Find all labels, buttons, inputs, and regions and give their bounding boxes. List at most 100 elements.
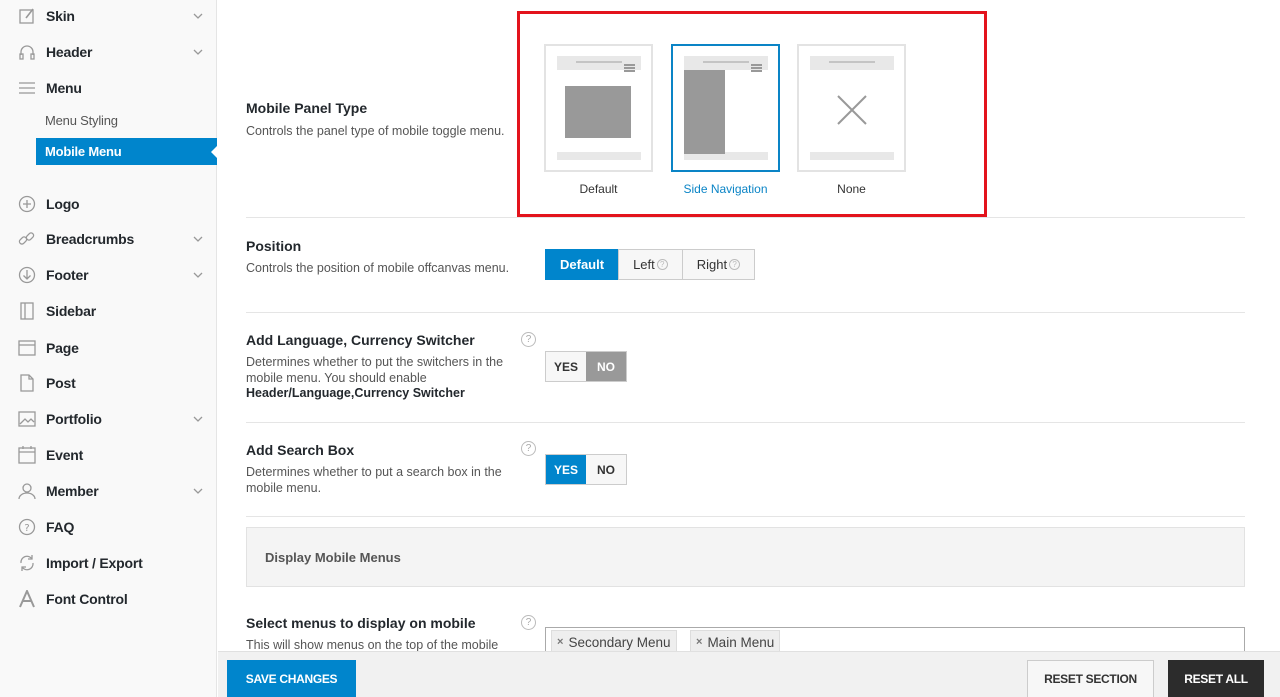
sidebar-item-label: Post bbox=[46, 375, 76, 391]
sidebar-item-label: Portfolio bbox=[46, 411, 102, 427]
hamburger-icon bbox=[751, 64, 762, 72]
headphones-icon bbox=[17, 42, 37, 62]
remove-icon[interactable]: × bbox=[557, 636, 563, 648]
sidebar-item-label: Event bbox=[46, 447, 84, 463]
link-icon bbox=[17, 229, 37, 249]
panel-type-none[interactable] bbox=[797, 44, 906, 172]
search-box-toggle: YES NO bbox=[545, 454, 627, 485]
page-icon bbox=[17, 338, 37, 358]
help-icon[interactable]: ? bbox=[521, 441, 536, 456]
sidebar-item-header[interactable]: Header bbox=[0, 37, 217, 67]
sidebar-item-label: Breadcrumbs bbox=[46, 231, 135, 247]
sidebar-item-label: FAQ bbox=[46, 519, 75, 535]
chevron-down-icon bbox=[193, 13, 203, 19]
calendar-icon bbox=[17, 445, 37, 465]
sidebar-item-sidebar[interactable]: Sidebar bbox=[0, 296, 217, 326]
position-default-button[interactable]: Default bbox=[545, 249, 620, 280]
no-button[interactable]: NO bbox=[586, 352, 626, 381]
svg-text:?: ? bbox=[24, 523, 29, 534]
description-text: Determines whether to put the switchers … bbox=[246, 355, 504, 385]
sidebar-item-post[interactable]: Post bbox=[0, 368, 217, 398]
help-icon[interactable]: ? bbox=[521, 615, 536, 630]
sidebar-item-page[interactable]: Page bbox=[0, 333, 217, 363]
sidebar-item-logo[interactable]: Logo bbox=[0, 189, 217, 219]
option-description: Controls the panel type of mobile toggle… bbox=[246, 124, 505, 138]
menus-select[interactable]: × Secondary Menu × Main Menu bbox=[545, 627, 1245, 651]
sidebar-item-breadcrumbs[interactable]: Breadcrumbs bbox=[0, 224, 217, 254]
sidebar-item-label: Menu bbox=[46, 80, 82, 96]
remove-icon[interactable]: × bbox=[696, 636, 702, 648]
option-row-panel-type: Mobile Panel Type Controls the panel typ… bbox=[246, 0, 1245, 218]
sidebar-item-label: Skin bbox=[46, 8, 75, 24]
panel-type-label: Default bbox=[579, 182, 618, 196]
plus-circle-icon bbox=[17, 194, 37, 214]
sidebar-item-import-export[interactable]: Import / Export bbox=[0, 548, 217, 578]
chip-label: Main Menu bbox=[707, 634, 775, 650]
sidebar-icon bbox=[17, 301, 37, 321]
description-bold: Header/Language,Currency Switcher bbox=[246, 386, 465, 400]
chevron-down-icon bbox=[193, 488, 203, 494]
sidebar: Skin Header Menu Menu Styling Mobile Men… bbox=[0, 0, 217, 697]
reset-all-button[interactable]: RESET ALL bbox=[1168, 660, 1264, 697]
sidebar-item-faq[interactable]: ? FAQ bbox=[0, 512, 217, 542]
chevron-down-icon bbox=[193, 236, 203, 242]
sidebar-item-label: Font Control bbox=[46, 591, 128, 607]
chip-label: Secondary Menu bbox=[568, 634, 671, 650]
position-right-button[interactable]: Right? bbox=[681, 249, 756, 280]
position-left-button[interactable]: Left? bbox=[618, 249, 683, 280]
menu-icon bbox=[17, 78, 37, 98]
refresh-icon bbox=[17, 553, 37, 573]
help-icon[interactable]: ? bbox=[521, 332, 536, 347]
panel-type-label: None bbox=[837, 182, 866, 196]
sidebar-subitem-menu-styling[interactable]: Menu Styling bbox=[36, 107, 217, 134]
no-button[interactable]: NO bbox=[586, 455, 626, 484]
sidebar-item-event[interactable]: Event bbox=[0, 440, 217, 470]
phone-preview bbox=[810, 56, 894, 160]
post-icon bbox=[17, 373, 37, 393]
option-description: Determines whether to put the switchers … bbox=[246, 355, 536, 402]
button-label: Default bbox=[560, 257, 605, 272]
panel-type-label: Side Navigation bbox=[683, 182, 768, 196]
panel-type-default[interactable] bbox=[544, 44, 653, 172]
paintbrush-icon bbox=[17, 6, 37, 26]
option-row-search-box: Add Search Box ? Determines whether to p… bbox=[246, 423, 1245, 517]
phone-preview bbox=[557, 56, 641, 160]
option-row-lang-switcher: Add Language, Currency Switcher ? Determ… bbox=[246, 313, 1245, 423]
option-title: Select menus to display on mobile bbox=[246, 615, 476, 631]
sidebar-item-label: Member bbox=[46, 483, 99, 499]
position-button-set: Default Left? Right? bbox=[545, 249, 756, 280]
lang-switcher-toggle: YES NO bbox=[545, 351, 627, 382]
sidebar-item-label: Sidebar bbox=[46, 303, 96, 319]
help-icon: ? bbox=[729, 259, 741, 270]
phone-preview bbox=[684, 56, 768, 160]
font-icon bbox=[17, 589, 37, 609]
chevron-down-icon bbox=[193, 416, 203, 422]
option-description: This will show menus on the top of the m… bbox=[246, 638, 499, 651]
option-title: Add Language, Currency Switcher bbox=[246, 332, 475, 348]
selected-menu-chip[interactable]: × Main Menu bbox=[690, 630, 781, 651]
sidebar-item-portfolio[interactable]: Portfolio bbox=[0, 404, 217, 434]
selected-menu-chip[interactable]: × Secondary Menu bbox=[551, 630, 677, 651]
save-changes-button[interactable]: SAVE CHANGES bbox=[227, 660, 356, 697]
sidebar-subitem-mobile-menu[interactable]: Mobile Menu bbox=[36, 138, 217, 165]
sidebar-item-font-control[interactable]: Font Control bbox=[0, 584, 217, 614]
button-label: Right bbox=[696, 257, 728, 272]
sidebar-item-footer[interactable]: Footer bbox=[0, 260, 217, 290]
sidebar-item-label: Import / Export bbox=[46, 555, 143, 571]
yes-button[interactable]: YES bbox=[546, 455, 586, 484]
panel-type-side-navigation[interactable] bbox=[671, 44, 780, 172]
user-icon bbox=[17, 481, 37, 501]
sidebar-item-skin[interactable]: Skin bbox=[0, 1, 217, 31]
sidebar-item-menu[interactable]: Menu bbox=[0, 73, 217, 103]
option-title: Mobile Panel Type bbox=[246, 100, 368, 116]
sidebar-item-label: Logo bbox=[46, 196, 80, 212]
options-panel: Mobile Panel Type Controls the panel typ… bbox=[218, 0, 1280, 651]
option-description: Determines whether to put a search box i… bbox=[246, 465, 502, 495]
close-icon bbox=[837, 95, 867, 125]
yes-button[interactable]: YES bbox=[546, 352, 586, 381]
sidebar-item-label: Footer bbox=[46, 267, 89, 283]
sidebar-item-member[interactable]: Member bbox=[0, 476, 217, 506]
reset-section-button[interactable]: RESET SECTION bbox=[1027, 660, 1154, 697]
question-circle-icon: ? bbox=[17, 517, 37, 537]
sidebar-item-label: Header bbox=[46, 44, 93, 60]
